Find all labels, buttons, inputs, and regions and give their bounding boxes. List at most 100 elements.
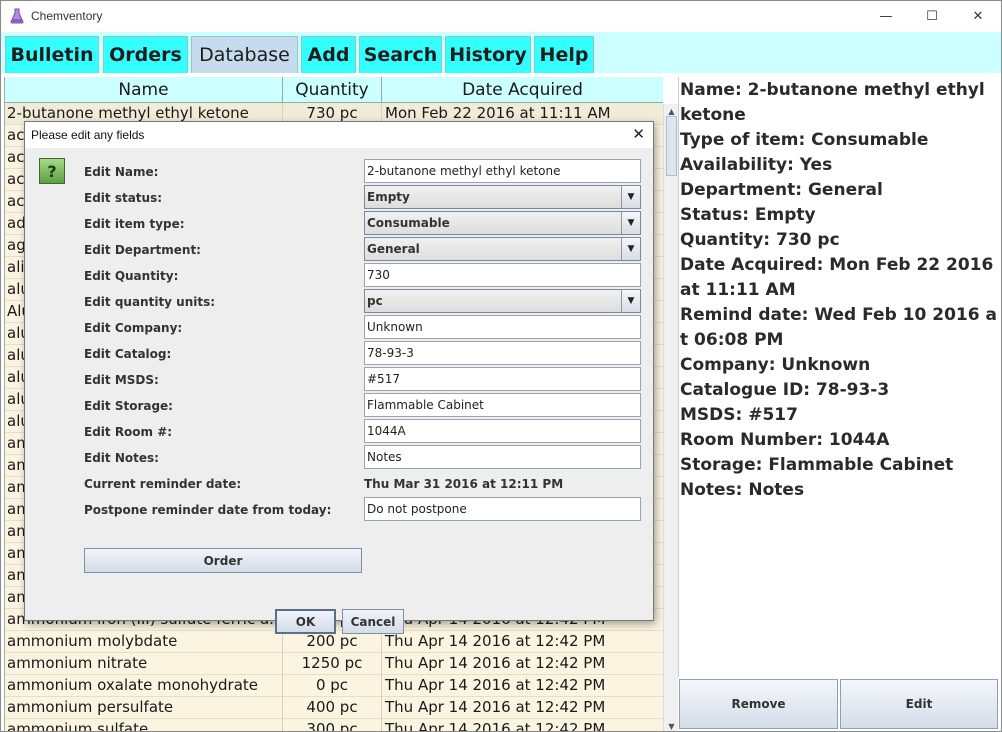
item-details-panel: Name: 2-butanone methyl ethyl ketone Type… — [678, 77, 1001, 677]
flask-icon — [10, 8, 24, 24]
cell-name: ammonium sulfate — [5, 719, 283, 731]
dialog-title-bar[interactable]: Please edit any fields ✕ — [25, 122, 653, 148]
cell-quantity: 400 pc — [283, 697, 382, 719]
table-row[interactable]: ammonium oxalate monohydrate 0 pc Thu Apr … — [5, 675, 663, 697]
detail-line: Name: 2-butanone methyl ethyl ketone — [680, 80, 985, 125]
text-field[interactable]: #517 — [364, 367, 641, 391]
tab-history[interactable]: History — [445, 36, 531, 73]
chevron-down-icon[interactable]: ▼ — [621, 212, 640, 234]
cell-date-acquired: Thu Apr 14 2016 at 12:42 PM — [382, 697, 663, 719]
field-label: Postpone reminder date from today: — [84, 503, 332, 517]
cell-quantity: 200 pc — [283, 631, 382, 653]
text-field[interactable]: 2-butanone methyl ethyl ketone — [364, 159, 641, 183]
dialog-title: Please edit any fields — [31, 128, 145, 142]
app-window: Chemventory — ☐ ✕ Bulletin Orders Databa… — [0, 0, 1002, 732]
table-row[interactable]: ammonium sulfate 300 pc Thu Apr 14 2016 at… — [5, 719, 663, 731]
field-label: Edit Quantity: — [84, 269, 179, 283]
field-label: Edit MSDS: — [84, 373, 159, 387]
close-button[interactable]: ✕ — [955, 1, 1001, 32]
field-label: Edit Storage: — [84, 399, 173, 413]
maximize-button[interactable]: ☐ — [909, 1, 955, 32]
cell-date-acquired: Thu Apr 14 2016 at 12:42 PM — [382, 631, 663, 653]
chevron-down-icon[interactable]: ▼ — [621, 290, 640, 312]
dropdown-select[interactable]: General ▼ — [364, 237, 641, 261]
dropdown-value: Consumable — [367, 216, 450, 230]
cell-date-acquired: Thu Apr 14 2016 at 12:42 PM — [382, 653, 663, 675]
window-title: Chemventory — [31, 9, 103, 23]
minimize-button[interactable]: — — [863, 1, 909, 32]
tab-add[interactable]: Add — [301, 36, 356, 73]
detail-line: Department: General — [680, 180, 883, 200]
detail-line: Storage: Flammable Cabinet — [680, 455, 954, 475]
detail-line: Date Acquired: Mon Feb 22 2016 at 11:11 … — [680, 255, 994, 300]
remove-button[interactable]: Remove — [679, 679, 838, 729]
edit-item-dialog: Please edit any fields ✕ ? Edit Name: 2-b… — [24, 121, 654, 634]
scroll-thumb[interactable] — [666, 116, 677, 176]
field-label: Edit Room #: — [84, 425, 173, 439]
dropdown-value: Empty — [367, 190, 410, 204]
cell-name: ammonium persulfate — [5, 697, 283, 719]
text-field[interactable]: Flammable Cabinet — [364, 393, 641, 417]
edit-button[interactable]: Edit — [840, 679, 998, 729]
dialog-body: ? Edit Name: 2-butanone methyl ethyl keto… — [25, 148, 653, 634]
cell-name: ammonium molybdate — [5, 631, 283, 653]
cell-date-acquired: Thu Apr 14 2016 at 12:42 PM — [382, 675, 663, 697]
table-header: Name Quantity Date Acquired — [5, 77, 663, 103]
text-field[interactable]: 730 — [364, 263, 641, 287]
tab-orders[interactable]: Orders — [103, 36, 188, 73]
detail-line: Status: Empty — [680, 205, 816, 225]
detail-line: Availability: Yes — [680, 155, 833, 175]
table-row[interactable]: ammonium molybdate 200 pc Thu Apr 14 2016 … — [5, 631, 663, 653]
main-tabs: Bulletin Orders Database Add Search Hist… — [1, 32, 1001, 73]
dropdown-select[interactable]: pc ▼ — [364, 289, 641, 313]
text-field[interactable]: Do not postpone — [364, 497, 641, 521]
tab-bulletin[interactable]: Bulletin — [5, 36, 99, 73]
dropdown-select[interactable]: Consumable ▼ — [364, 211, 641, 235]
cell-quantity: 0 pc — [283, 675, 382, 697]
field-label: Edit item type: — [84, 217, 185, 231]
detail-line: Catalogue ID: 78-93-3 — [680, 380, 890, 400]
detail-line: Company: Unknown — [680, 355, 871, 375]
chevron-down-icon[interactable]: ▼ — [621, 186, 640, 208]
column-header-name[interactable]: Name — [5, 77, 283, 103]
field-label: Current reminder date: — [84, 477, 242, 491]
field-label: Edit Company: — [84, 321, 183, 335]
table-row[interactable]: ammonium persulfate 400 pc Thu Apr 14 2016… — [5, 697, 663, 719]
field-label: Edit Name: — [84, 165, 159, 179]
cell-name: ammonium nitrate — [5, 653, 283, 675]
detail-line: Room Number: 1044A — [680, 430, 890, 450]
dialog-close-icon[interactable]: ✕ — [632, 125, 645, 143]
detail-line: Quantity: 730 pc — [680, 230, 840, 250]
dropdown-value: pc — [367, 294, 383, 308]
table-row[interactable]: ammonium nitrate 1250 pc Thu Apr 14 2016 a… — [5, 653, 663, 675]
scroll-down-icon[interactable]: ▼ — [664, 719, 679, 731]
detail-line: Remind date: Wed Feb 10 2016 at 06:08 PM — [680, 305, 997, 350]
text-field[interactable]: Notes — [364, 445, 641, 469]
detail-line: MSDS: #517 — [680, 405, 798, 425]
text-field[interactable]: 78-93-3 — [364, 341, 641, 365]
field-label: Edit Notes: — [84, 451, 159, 465]
reminder-date-value: Thu Mar 31 2016 at 12:11 PM — [364, 477, 564, 491]
field-label: Edit Department: — [84, 243, 201, 257]
column-header-date[interactable]: Date Acquired — [382, 77, 663, 103]
tab-search[interactable]: Search — [359, 36, 442, 73]
chevron-down-icon[interactable]: ▼ — [621, 238, 640, 260]
tab-help[interactable]: Help — [534, 36, 594, 73]
cell-name: ammonium oxalate monohydrate — [5, 675, 283, 697]
table-scrollbar[interactable]: ▲ ▼ — [663, 104, 679, 731]
detail-line: Type of item: Consumable — [680, 130, 929, 150]
cell-date-acquired: Thu Apr 14 2016 at 12:42 PM — [382, 719, 663, 731]
title-bar[interactable]: Chemventory — ☐ ✕ — [1, 1, 1001, 32]
question-icon: ? — [39, 158, 65, 184]
text-field[interactable]: 1044A — [364, 419, 641, 443]
ok-button[interactable]: OK — [275, 609, 336, 634]
order-button[interactable]: Order — [84, 548, 362, 573]
dropdown-select[interactable]: Empty ▼ — [364, 185, 641, 209]
tab-database[interactable]: Database — [191, 36, 298, 73]
column-header-quantity[interactable]: Quantity — [283, 77, 382, 103]
cancel-button[interactable]: Cancel — [342, 609, 404, 634]
cell-quantity: 1250 pc — [283, 653, 382, 675]
field-label: Edit status: — [84, 191, 163, 205]
text-field[interactable]: Unknown — [364, 315, 641, 339]
detail-line: Notes: Notes — [680, 480, 805, 500]
